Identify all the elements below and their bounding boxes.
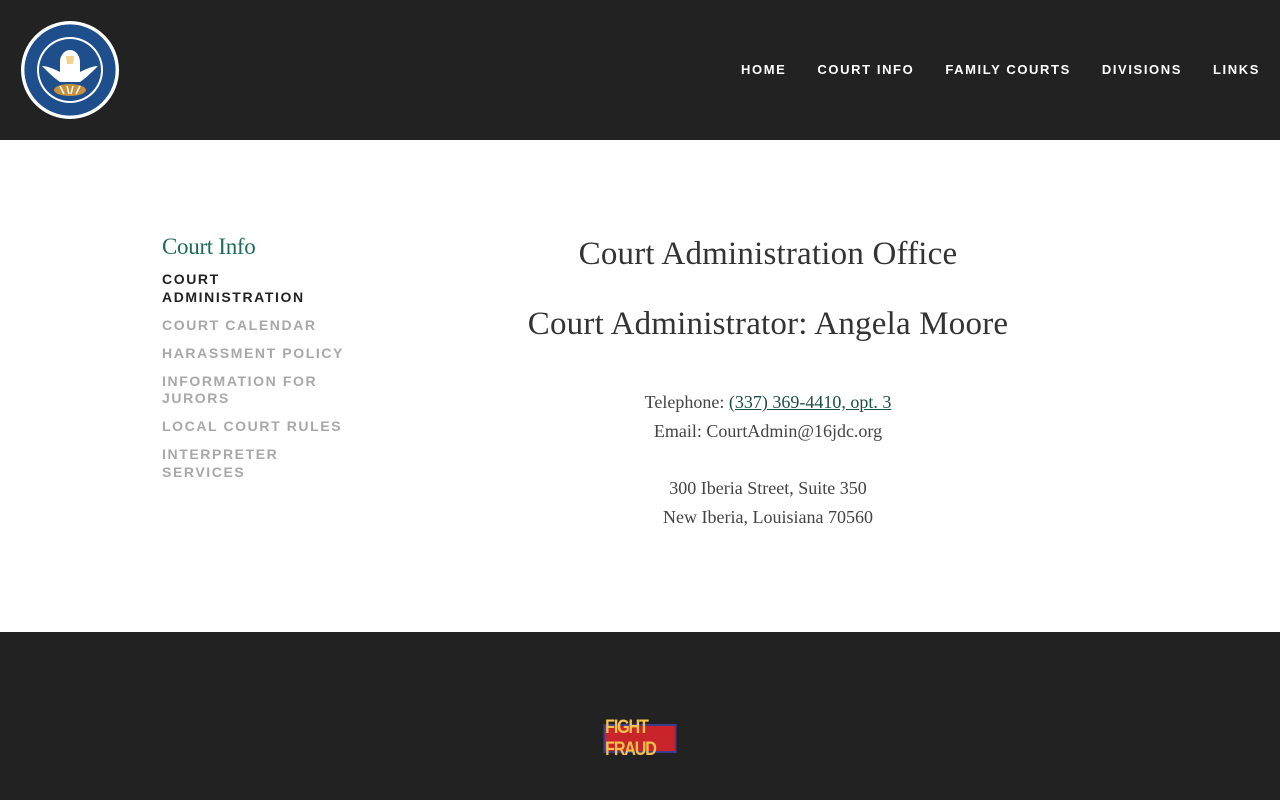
nav-court-info[interactable]: COURT INFO	[817, 62, 914, 78]
nav-divisions[interactable]: DIVISIONS	[1102, 62, 1182, 78]
sidebar-item-interpreter-services[interactable]: INTERPRETER SERVICES	[162, 446, 312, 481]
sidebar-item-information-for-jurors[interactable]: INFORMATION FOR JURORS	[162, 373, 332, 408]
main-nav: HOME COURT INFO FAMILY COURTS DIVISIONS …	[710, 62, 1260, 78]
fight-fraud-badge[interactable]: FIGHT FRAUD	[603, 717, 677, 760]
main-content-area: Court Info COURT ADMINISTRATION COURT CA…	[0, 140, 1280, 632]
nav-home[interactable]: HOME	[741, 62, 786, 78]
court-seal-logo[interactable]	[20, 20, 120, 120]
page-title: Court Administration Office	[578, 236, 958, 272]
content-section: Court Administration Office Court Admini…	[520, 234, 1016, 532]
site-footer: FIGHT FRAUD	[0, 632, 1280, 800]
sidebar-item-local-court-rules[interactable]: LOCAL COURT RULES	[162, 418, 347, 436]
email-line: Email: CourtAdmin@16jdc.org	[653, 420, 883, 441]
telephone-label: Telephone:	[644, 392, 729, 412]
telephone-link[interactable]: (337) 369-4410, opt. 3	[729, 392, 891, 412]
telephone-line: Telephone: (337) 369-4410, opt. 3	[520, 388, 1016, 417]
address-block: 300 Iberia Street, Suite 350 New Iberia,…	[520, 474, 1016, 532]
nav-links[interactable]: LINKS	[1213, 62, 1260, 78]
sidebar-item-court-administration[interactable]: COURT ADMINISTRATION	[162, 271, 347, 306]
site-header: HOME COURT INFO FAMILY COURTS DIVISIONS …	[0, 0, 1280, 140]
address-line-2: New Iberia, Louisiana 70560	[663, 507, 873, 527]
sidebar: Court Info COURT ADMINISTRATION COURT CA…	[162, 234, 352, 492]
address-line-1: 300 Iberia Street, Suite 350	[669, 478, 867, 498]
nav-family-courts[interactable]: FAMILY COURTS	[945, 62, 1071, 78]
contact-info: Telephone: (337) 369-4410, opt. 3 Email:…	[520, 388, 1016, 445]
administrator-heading: Court Administrator: Angela Moore	[527, 306, 1009, 342]
sidebar-title: Court Info	[162, 234, 256, 259]
sidebar-item-court-calendar[interactable]: COURT CALENDAR	[162, 317, 347, 335]
sidebar-item-harassment-policy[interactable]: HARASSMENT POLICY	[162, 345, 347, 363]
